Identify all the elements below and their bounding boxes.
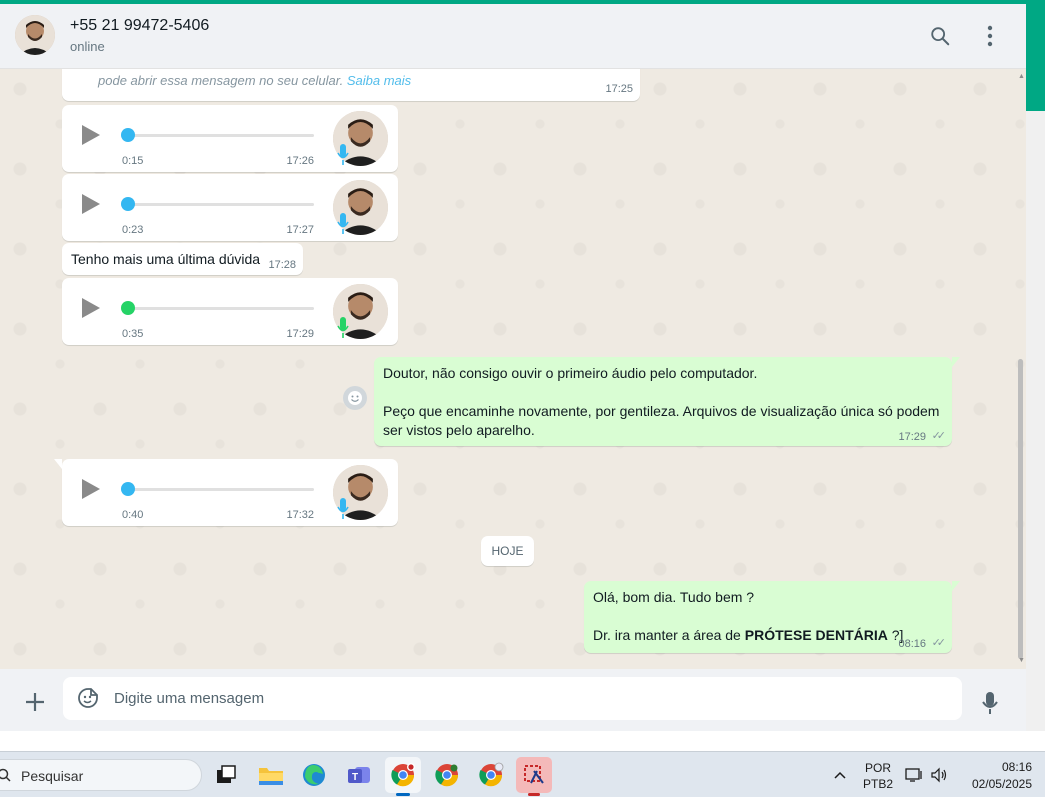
audio-duration: 0:15	[122, 155, 144, 167]
kebab-menu-icon[interactable]	[976, 22, 1004, 50]
network-icon[interactable]	[902, 757, 926, 793]
language-indicator-bottom[interactable]: PTB2	[860, 777, 896, 791]
clock-time[interactable]: 08:16	[960, 760, 1032, 774]
message-text-prefix: Dr. ira manter a área de	[593, 627, 745, 643]
message-composer	[0, 669, 1026, 731]
voice-message: 0:35 17:29	[62, 278, 398, 345]
audio-duration: 0:35	[122, 328, 144, 340]
audio-progress-track[interactable]	[124, 203, 314, 206]
taskbar-search-label: Pesquisar	[21, 768, 84, 784]
attach-plus-icon[interactable]	[22, 689, 48, 715]
message-input[interactable]	[114, 677, 944, 720]
svg-text:T: T	[352, 772, 358, 783]
scroll-down-arrow-icon[interactable]: ▼	[1018, 657, 1025, 664]
message-time: 17:29	[286, 328, 314, 340]
audio-scrub-handle[interactable]	[121, 128, 135, 142]
message-text: Dr. ira manter a área de PRÓTESE DENTÁRI…	[593, 626, 903, 645]
sticker-emoji-icon[interactable]	[77, 687, 99, 709]
audio-progress-track[interactable]	[124, 488, 314, 491]
search-icon	[0, 768, 11, 782]
outgoing-text-message: Olá, bom dia. Tudo bem ? Dr. ira manter …	[584, 581, 960, 653]
mic-icon	[337, 498, 349, 519]
chevron-up-icon[interactable]	[822, 757, 858, 793]
date-divider: HOJE	[481, 536, 534, 566]
windows-taskbar: Pesquisar T POR PTB2 08:16 02/05/2025	[0, 751, 1045, 797]
scroll-up-arrow-icon[interactable]: ▲	[1018, 73, 1025, 80]
message-text: Tenho mais uma última dúvida	[71, 251, 261, 267]
task-view-icon[interactable]	[208, 757, 244, 793]
audio-duration: 0:23	[122, 224, 144, 236]
message-text-bold: PRÓTESE DENTÁRIA	[744, 627, 888, 643]
chrome-profile-icon[interactable]	[473, 757, 509, 793]
message-time: 17:27	[286, 224, 314, 236]
mic-icon	[337, 213, 349, 234]
snipping-tool-icon[interactable]	[516, 757, 552, 793]
mic-icon	[337, 317, 349, 338]
audio-progress-track[interactable]	[124, 134, 314, 137]
double-check-icon: ✓✓	[931, 430, 947, 442]
incoming-text-message: Tenho mais uma última dúvida 17:28	[62, 243, 303, 275]
audio-progress-track[interactable]	[124, 307, 314, 310]
active-app-indicator	[528, 793, 540, 796]
message-time: 17:26	[286, 155, 314, 167]
view-once-notice: pode abrir essa mensagem no seu celular.…	[62, 69, 640, 101]
message-time: 17:29	[898, 431, 926, 443]
voice-message: 0:15 17:26	[62, 105, 398, 172]
play-icon[interactable]	[82, 298, 100, 318]
saiba-mais-link[interactable]: Saiba mais	[347, 73, 411, 88]
taskbar-search-box[interactable]: Pesquisar	[0, 759, 202, 791]
active-app-indicator	[396, 793, 410, 796]
outgoing-text-message: Doutor, não consigo ouvir o primeiro áud…	[374, 357, 960, 446]
message-text: Olá, bom dia. Tudo bem ?	[593, 589, 755, 605]
microphone-icon[interactable]	[980, 690, 1000, 716]
message-text: Peço que encaminhe novamente, por gentil…	[383, 403, 940, 438]
edge-browser-icon[interactable]	[296, 757, 332, 793]
teams-icon[interactable]: T	[341, 757, 377, 793]
audio-scrub-handle[interactable]	[121, 482, 135, 496]
play-icon[interactable]	[82, 125, 100, 145]
contact-status: online	[70, 39, 105, 54]
whatsapp-app: +55 21 99472-5406 online pode abrir essa…	[0, 4, 1026, 731]
chrome-profile-icon[interactable]	[429, 757, 465, 793]
message-time: 17:32	[286, 509, 314, 521]
audio-scrub-handle[interactable]	[121, 301, 135, 315]
mic-icon	[337, 144, 349, 165]
chrome-icon-active[interactable]	[385, 757, 421, 793]
play-icon[interactable]	[82, 479, 100, 499]
audio-scrub-handle[interactable]	[121, 197, 135, 211]
volume-icon[interactable]	[928, 757, 950, 793]
right-accent-strip	[1026, 4, 1045, 111]
contact-avatar[interactable]	[15, 15, 55, 55]
right-background	[1026, 111, 1045, 731]
view-once-text: pode abrir essa mensagem no seu celular.	[98, 73, 344, 88]
message-time: 08:16	[898, 638, 926, 650]
contact-name[interactable]: +55 21 99472-5406	[70, 17, 209, 35]
chat-scrollbar[interactable]: ▲ ▼	[1016, 69, 1026, 669]
clock-date[interactable]: 02/05/2025	[960, 777, 1032, 791]
scrollbar-thumb[interactable]	[1018, 359, 1023, 659]
voice-message: 0:23 17:27	[62, 174, 398, 241]
double-check-icon: ✓✓	[931, 637, 947, 649]
search-icon[interactable]	[926, 22, 954, 50]
voice-message: 0:40 17:32	[54, 459, 398, 526]
chat-header[interactable]: +55 21 99472-5406 online	[0, 4, 1026, 69]
file-explorer-icon[interactable]	[253, 757, 289, 793]
message-time: 17:28	[268, 259, 296, 271]
reaction-emoji-icon[interactable]	[343, 386, 367, 410]
play-icon[interactable]	[82, 194, 100, 214]
message-input-box[interactable]	[63, 677, 962, 720]
audio-duration: 0:40	[122, 509, 144, 521]
language-indicator-top[interactable]: POR	[860, 761, 896, 775]
message-time: 17:25	[605, 83, 633, 95]
message-list[interactable]: pode abrir essa mensagem no seu celular.…	[0, 69, 1026, 669]
message-text: Doutor, não consigo ouvir o primeiro áud…	[383, 365, 758, 381]
